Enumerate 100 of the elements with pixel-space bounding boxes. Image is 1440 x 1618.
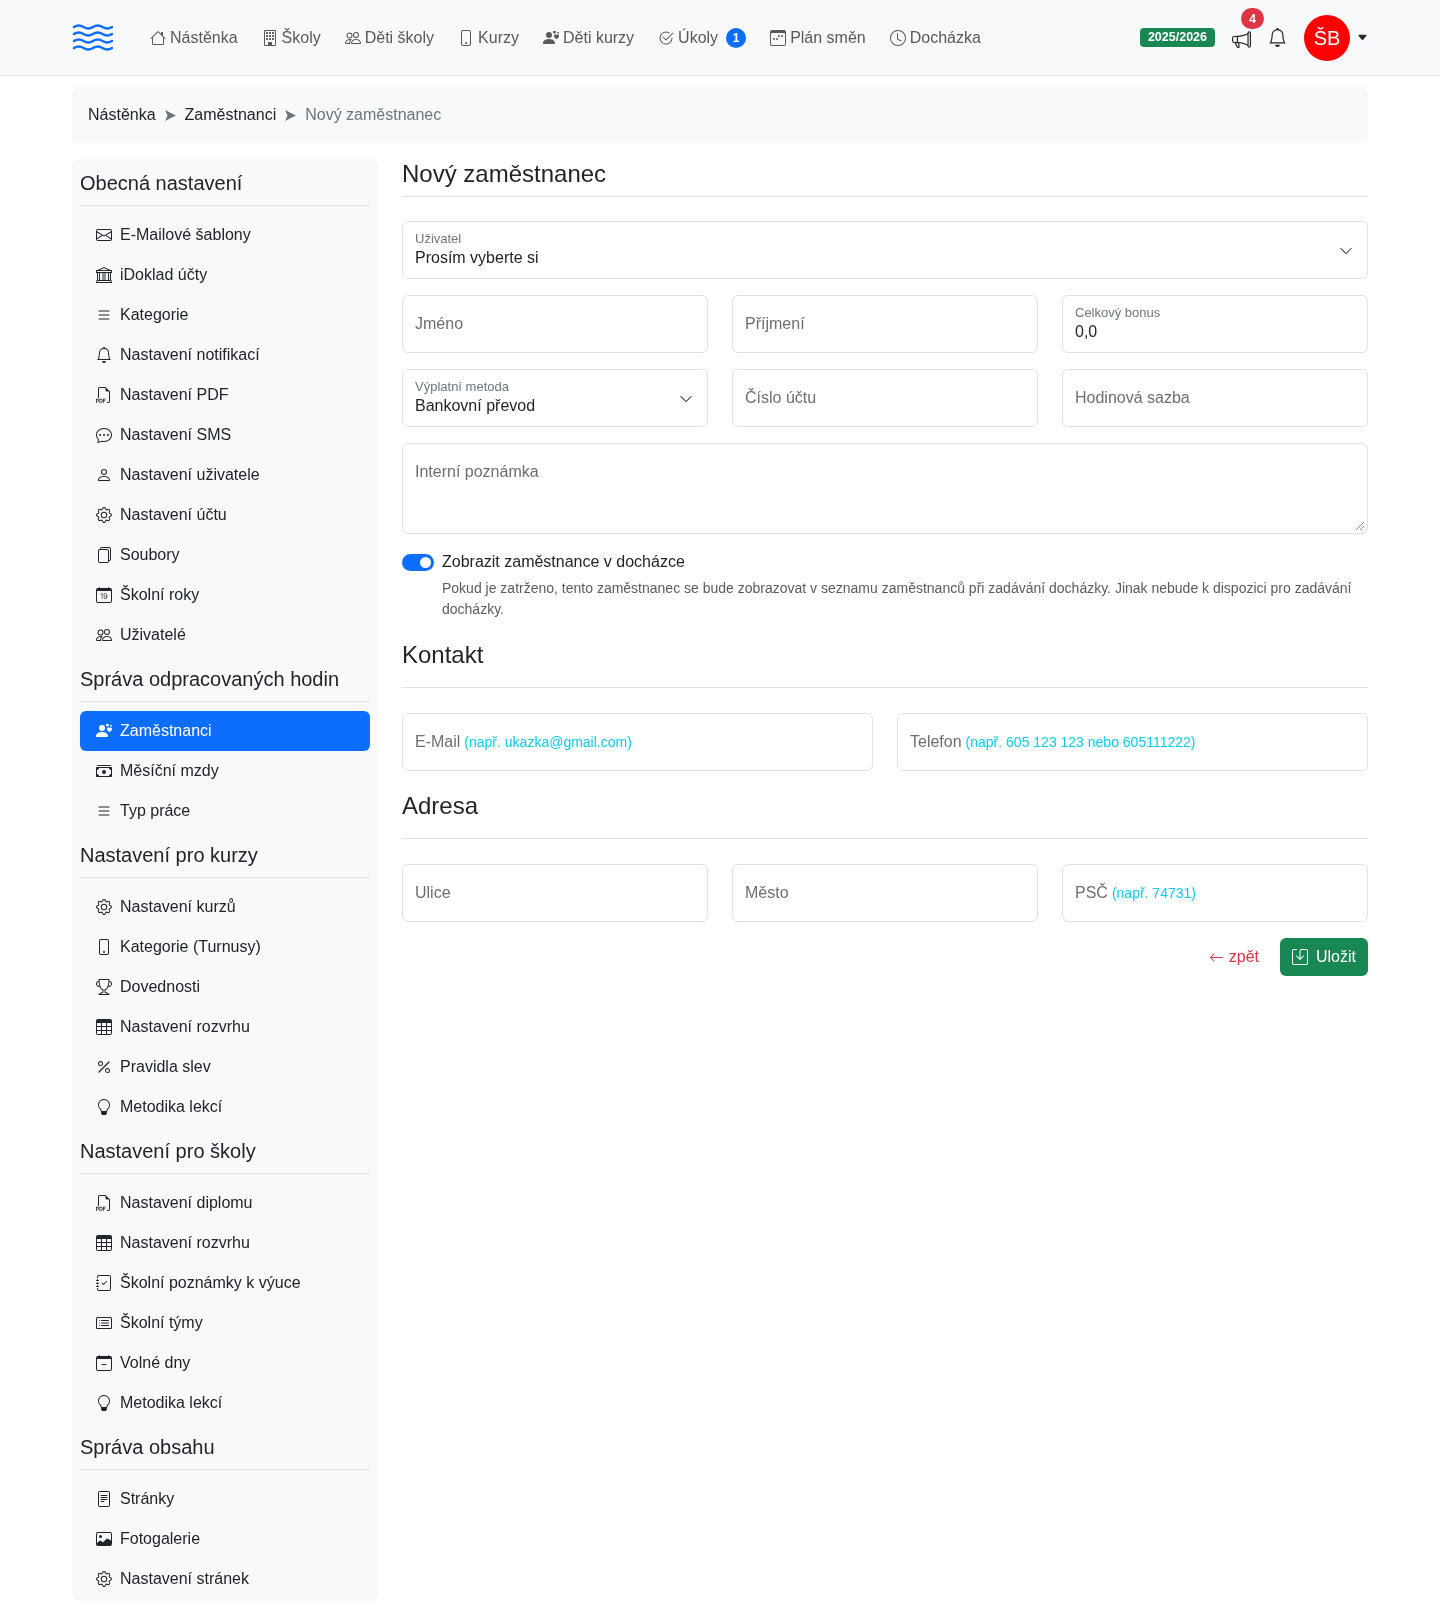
sidebar-link[interactable]: Kategorie — [80, 295, 370, 335]
lightbulb-icon — [96, 1099, 112, 1115]
sidebar-link[interactable]: Nastavení diplomu — [80, 1183, 370, 1223]
sidebar-link[interactable]: Nastavení SMS — [80, 415, 370, 455]
school-year-badge: 2025/2026 — [1139, 28, 1215, 47]
sidebar-link[interactable]: Soubory — [80, 535, 370, 575]
nav-link[interactable]: Kurzy — [446, 17, 531, 58]
sidebar-link[interactable]: Fotogalerie — [80, 1519, 370, 1559]
breadcrumb-link[interactable]: Zaměstnanci — [184, 103, 277, 127]
table-icon — [96, 1019, 112, 1035]
sidebar-section-heading: Nastavení pro kurzy — [80, 843, 259, 867]
lightbulb-icon — [96, 1395, 112, 1411]
input-field[interactable]: Celkový bonus 0,0 — [1062, 295, 1368, 353]
sidebar-link[interactable]: Metodika lekcí — [80, 1087, 370, 1127]
building-icon — [261, 29, 278, 46]
sidebar-link[interactable]: Nastavení rozvrhu — [80, 1007, 370, 1047]
input-field[interactable]: Příjmení — [732, 295, 1038, 353]
nav-link[interactable]: Docházka — [877, 17, 993, 58]
people-icon — [96, 627, 112, 643]
input-field[interactable]: PSČ (např. 74731) — [1062, 864, 1368, 922]
input-field[interactable]: Číslo účtu — [732, 369, 1038, 427]
breadcrumb-link[interactable]: Nástěnka — [88, 103, 156, 127]
person-heart-icon — [543, 29, 559, 46]
trophy-icon — [96, 979, 112, 995]
sidebar-link[interactable]: Nastavení účtu — [80, 495, 370, 535]
sidebar-section-heading: Obecná nastavení — [80, 171, 244, 195]
input-field[interactable]: Jméno — [402, 295, 708, 353]
nav-link[interactable]: Děti školy — [332, 17, 447, 58]
document-icon — [96, 1491, 112, 1507]
image-icon — [96, 1531, 112, 1547]
sidebar-link[interactable]: Zaměstnanci — [80, 711, 370, 751]
sidebar-link[interactable]: Nastavení rozvrhu — [80, 1223, 370, 1263]
files-icon — [96, 547, 112, 563]
sidebar-link[interactable]: Kategorie (Turnusy) — [80, 927, 370, 967]
dropdown-field[interactable]: Výplatní metoda Bankovní převod — [402, 369, 708, 427]
nav-link[interactable]: Nástěnka — [138, 17, 250, 58]
dropdown-field[interactable]: Uživatel Prosím vyberte si — [402, 221, 1368, 279]
sidebar-link[interactable]: Nastavení stránek — [80, 1559, 370, 1599]
arrowhead-icon — [285, 109, 297, 121]
sidebar-link[interactable]: iDoklad účty — [80, 255, 370, 295]
gear-icon — [96, 1571, 112, 1587]
calendar-minus-icon — [96, 1355, 112, 1371]
card-list-icon — [96, 1315, 112, 1331]
sidebar-link[interactable]: Pravidla slev — [80, 1047, 370, 1087]
sidebar-link[interactable]: Uživatelé — [80, 615, 370, 655]
toggle-switch[interactable] — [402, 553, 434, 571]
bell-icon — [1267, 28, 1287, 47]
user-avatar[interactable]: ŠB — [1304, 14, 1350, 61]
announcements-button[interactable] — [1231, 30, 1251, 49]
back-link[interactable]: zpět — [1208, 945, 1259, 969]
save-button[interactable]: Uložit — [1280, 938, 1368, 976]
house-icon — [150, 29, 166, 46]
nav-link[interactable]: Plán směn — [758, 17, 878, 58]
count-badge: 4 — [1241, 8, 1264, 29]
chat-bubble-icon — [96, 427, 112, 443]
pdf-file-icon — [96, 1195, 112, 1211]
sidebar-link[interactable]: Nastavení kurzů — [80, 887, 370, 927]
pdf-file-icon — [96, 387, 112, 403]
section-heading: Adresa — [402, 791, 480, 820]
sidebar-link[interactable]: Nastavení notifikací — [80, 335, 370, 375]
sidebar-link[interactable]: Typ práce — [80, 791, 370, 831]
sidebar-link[interactable]: Školní poznámky k výuce — [80, 1263, 370, 1303]
page-title: Nový zaměstnanec — [402, 159, 608, 188]
notifications-button[interactable] — [1267, 26, 1287, 49]
input-field[interactable]: Hodinová sazba — [1062, 369, 1368, 427]
nav-link[interactable]: Úkoly 1 — [646, 17, 759, 58]
input-field[interactable]: Telefon (např. 605 123 123 nebo 605111222) — [897, 713, 1368, 771]
table-icon — [96, 1235, 112, 1251]
bell-icon — [96, 347, 112, 363]
clock-icon — [889, 29, 906, 46]
sidebar-link[interactable]: E-Mailové šablony — [80, 215, 370, 255]
save-icon — [1292, 949, 1308, 965]
waves-logo[interactable] — [72, 23, 113, 52]
sidebar-section-heading: Nastavení pro školy — [80, 1139, 257, 1163]
sidebar-link[interactable]: Nastavení PDF — [80, 375, 370, 415]
sidebar-link[interactable]: Nastavení uživatele — [80, 455, 370, 495]
toggle-label: Zobrazit zaměstnance v docházce — [442, 552, 685, 572]
sidebar-link[interactable]: Dovednosti — [80, 967, 370, 1007]
sidebar-link[interactable]: Měsíční mzdy — [80, 751, 370, 791]
sidebar-link[interactable]: Školní roky — [80, 575, 370, 615]
sidebar-link[interactable]: Volné dny — [80, 1343, 370, 1383]
resize-grip-icon — [1356, 522, 1364, 530]
textarea-field[interactable]: Interní poznámka — [402, 443, 1368, 534]
sidebar-link[interactable]: Stránky — [80, 1479, 370, 1519]
gear-icon — [96, 899, 112, 915]
sidebar-section-heading: Správa odpracovaných hodin — [80, 667, 341, 691]
gear-icon — [96, 507, 112, 523]
sidebar-link[interactable]: Školní týmy — [80, 1303, 370, 1343]
input-field[interactable]: Ulice — [402, 864, 708, 922]
nav-link[interactable]: Děti kurzy — [531, 17, 647, 58]
sidebar-section-heading: Správa obsahu — [80, 1435, 216, 1459]
person-heart-icon — [96, 723, 112, 739]
nav-link[interactable]: Školy — [249, 17, 333, 58]
envelope-icon — [96, 227, 112, 243]
people-icon — [344, 29, 361, 46]
caret-down-icon[interactable] — [1357, 32, 1368, 43]
input-field[interactable]: E-Mail (např. ukazka@gmail.com) — [402, 713, 873, 771]
sidebar-link[interactable]: Metodika lekcí — [80, 1383, 370, 1423]
input-field[interactable]: Město — [732, 864, 1038, 922]
help-text: Pokud je zatrženo, tento zaměstnanec se bude zobrazovat v seznamu zaměstnanců při zadávání docházky. Jinak nebude k dispozici pro zadávání docházky. — [441, 579, 1353, 619]
